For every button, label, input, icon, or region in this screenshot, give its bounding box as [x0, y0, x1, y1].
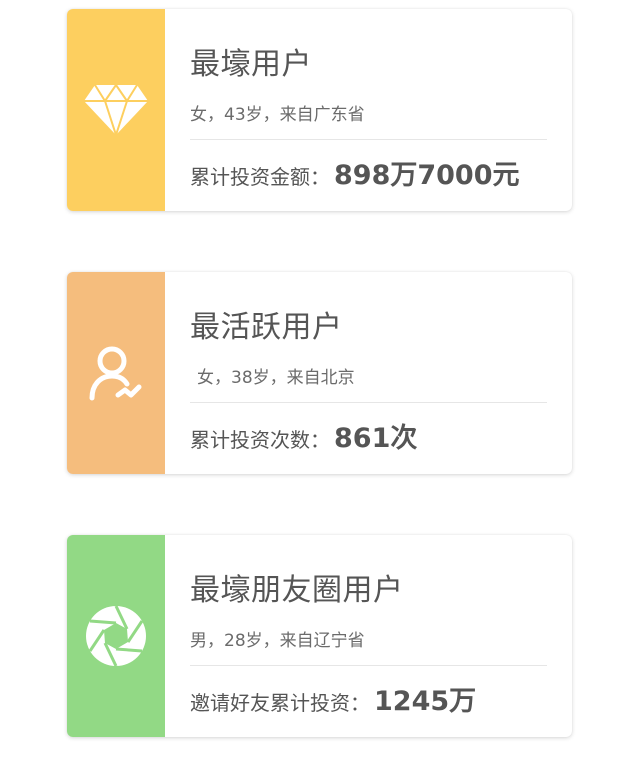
user-profile-text: 女，38岁，来自北京 — [197, 368, 355, 388]
stat-label: 邀请好友累计投资： — [190, 691, 370, 715]
richest-user-card[interactable]: 最壕用户 女，43岁，来自广东省 累计投资金额： 898万7000元 — [67, 9, 572, 211]
stat-label: 累计投资次数： — [190, 428, 330, 452]
richest-user-content: 最壕用户 女，43岁，来自广东省 累计投资金额： 898万7000元 — [165, 9, 572, 211]
stat-label: 累计投资金额： — [190, 165, 330, 189]
richest-moments-user-icon-panel — [67, 535, 165, 737]
stat-value: 861次 — [334, 423, 418, 454]
moments-aperture-icon — [84, 604, 148, 668]
card-title: 最活跃用户 — [190, 310, 343, 345]
stat-value: 1245万 — [374, 686, 477, 717]
card-title: 最壕朋友圈用户 — [190, 573, 404, 608]
user-ranking-page: 最壕用户 女，43岁，来自广东省 累计投资金额： 898万7000元 最活跃用户… — [0, 0, 640, 770]
stat-row: 邀请好友累计投资： 1245万 — [190, 679, 476, 718]
diamond-icon — [83, 84, 149, 136]
most-active-user-content: 最活跃用户 女，38岁，来自北京 累计投资次数： 861次 — [165, 272, 572, 474]
most-active-user-card[interactable]: 最活跃用户 女，38岁，来自北京 累计投资次数： 861次 — [67, 272, 572, 474]
user-profile-text: 女，43岁，来自广东省 — [190, 105, 365, 125]
richest-moments-user-content: 最壕朋友圈用户 男，28岁，来自辽宁省 邀请好友累计投资： 1245万 — [165, 535, 572, 737]
stat-row: 累计投资金额： 898万7000元 — [190, 153, 520, 192]
stat-row: 累计投资次数： 861次 — [190, 416, 417, 455]
most-active-user-icon-panel — [67, 272, 165, 474]
richest-user-icon-panel — [67, 9, 165, 211]
divider — [190, 139, 547, 140]
active-user-icon — [88, 344, 144, 402]
divider — [190, 402, 547, 403]
richest-moments-user-card[interactable]: 最壕朋友圈用户 男，28岁，来自辽宁省 邀请好友累计投资： 1245万 — [67, 535, 572, 737]
card-title: 最壕用户 — [190, 47, 312, 82]
divider — [190, 665, 547, 666]
user-profile-text: 男，28岁，来自辽宁省 — [190, 631, 365, 651]
stat-value: 898万7000元 — [334, 160, 520, 191]
